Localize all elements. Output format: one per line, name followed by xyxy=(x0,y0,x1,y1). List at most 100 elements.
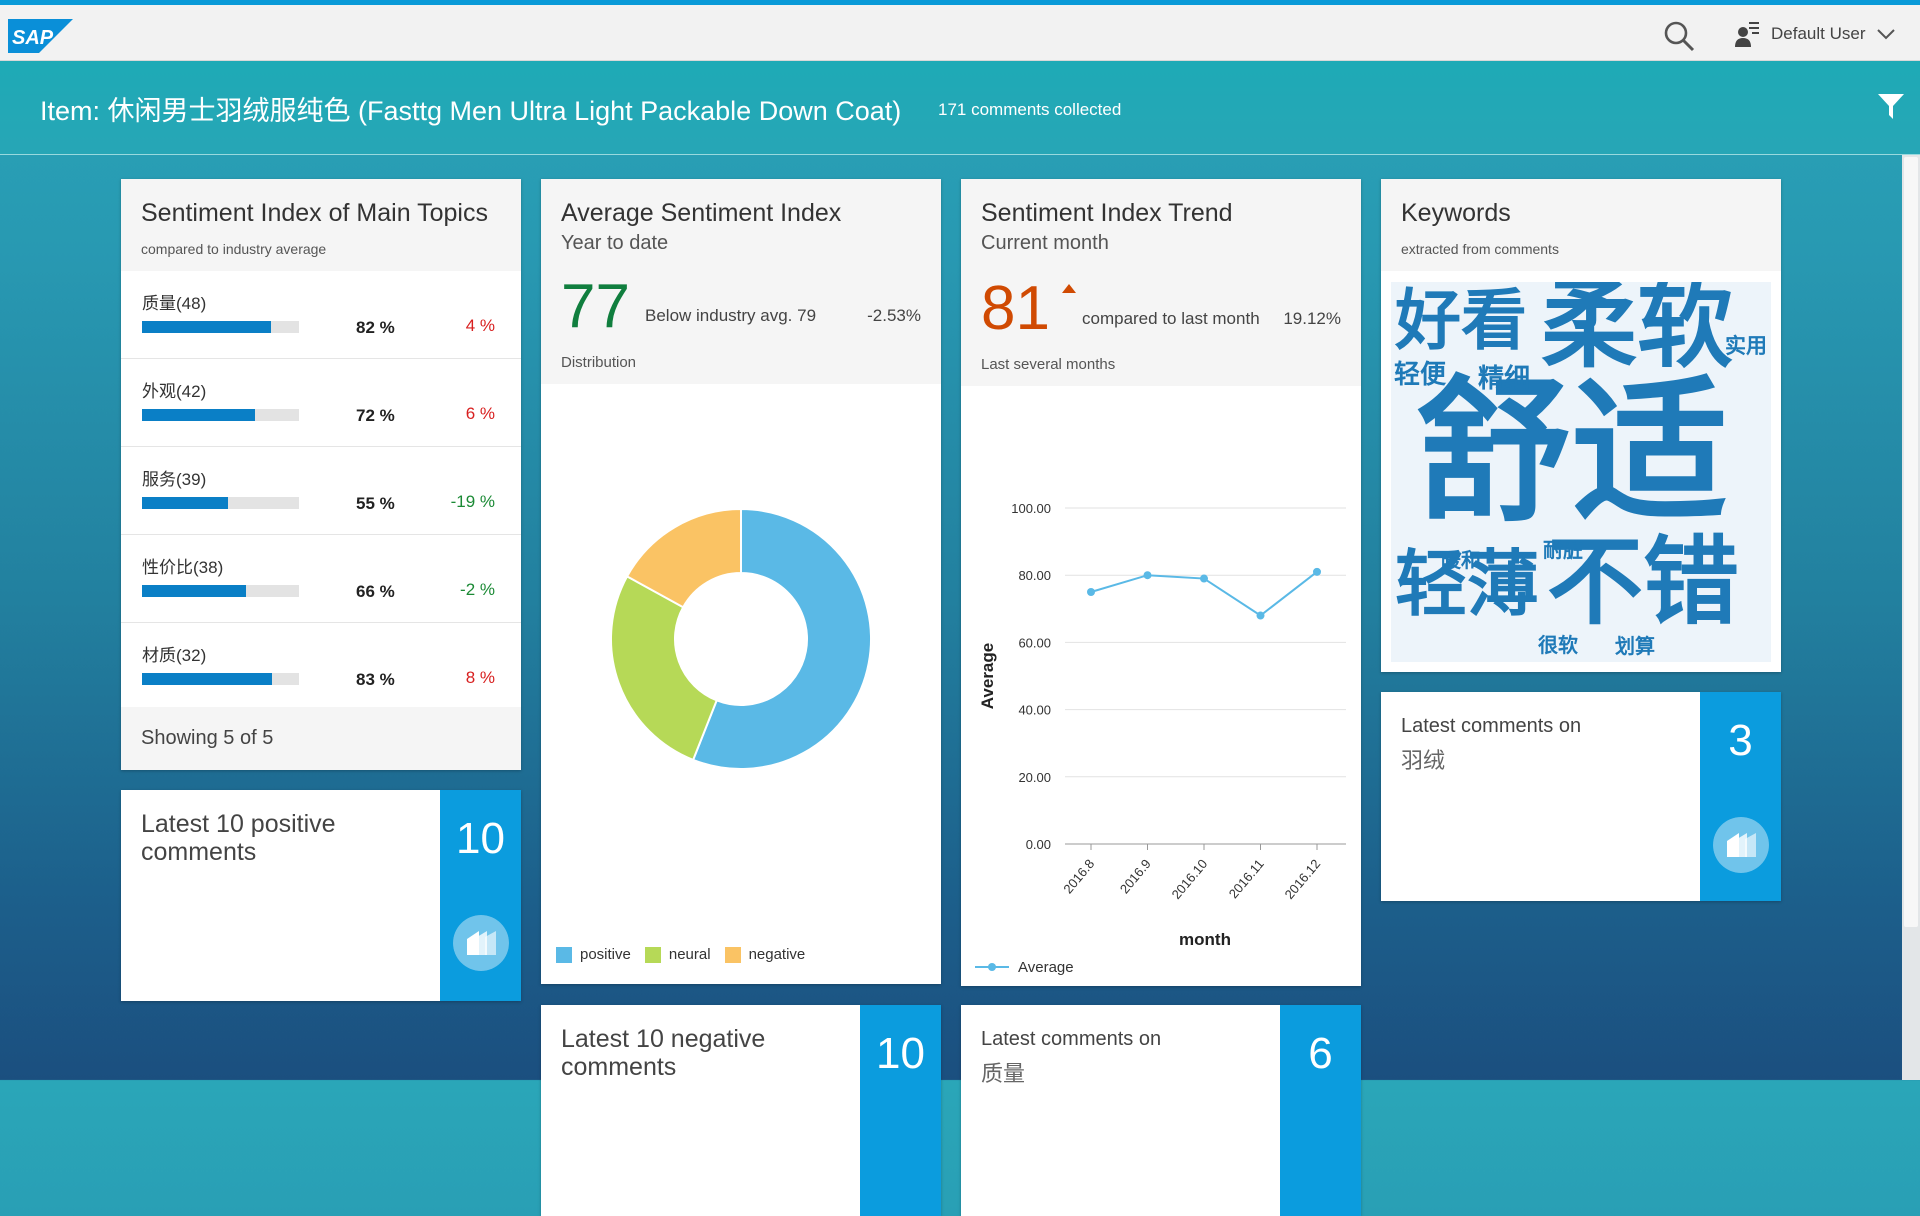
topic-progress-fill xyxy=(142,321,271,333)
keyword-cloud: 舒适 柔软 不错 好看 轻薄 精细 轻便 实用 暖和 耐脏 很软 划算 xyxy=(1391,282,1771,662)
topic-row[interactable]: 性价比(38) 66 % -2 % xyxy=(121,535,521,623)
x-tick-label: 2016.10 xyxy=(1169,856,1211,902)
keyword[interactable]: 精细 xyxy=(1478,366,1530,392)
topic-label: 材质(32) xyxy=(142,646,207,665)
topic-row[interactable]: 材质(32) 83 % 8 % xyxy=(121,623,521,711)
y-tick-label: 100.00 xyxy=(1011,501,1051,516)
distribution-legend: positive neural negative xyxy=(556,946,819,963)
topic-percent: 55 % xyxy=(356,494,395,513)
zhiliang-comments-tile[interactable]: Latest comments on 质量 6 xyxy=(961,1005,1361,1216)
topics-footer: Showing 5 of 5 xyxy=(121,707,521,770)
user-menu[interactable]: Default User xyxy=(1735,17,1896,51)
page-header: Item: 休闲男士羽绒服纯色 (Fasttg Men Ultra Light … xyxy=(0,61,1920,155)
legend-label-average[interactable]: Average xyxy=(1018,959,1074,976)
topics-card[interactable]: Sentiment Index of Main Topics compared … xyxy=(121,179,521,770)
topic-label: 外观(42) xyxy=(142,382,207,401)
topics-card-title: Sentiment Index of Main Topics xyxy=(141,199,488,227)
topic-row[interactable]: 服务(39) 55 % -19 % xyxy=(121,447,521,535)
positive-comments-tile[interactable]: Latest 10 positive comments 10 xyxy=(121,790,521,1001)
negative-tile-text: Latest 10 negative comments xyxy=(561,1025,766,1081)
x-tick-label: 2016.11 xyxy=(1226,856,1267,901)
keyword[interactable]: 耐脏 xyxy=(1543,540,1583,560)
y-tick-label: 60.00 xyxy=(1018,635,1051,650)
trend-value: 81 xyxy=(981,274,1050,343)
average-sentiment-card[interactable]: Average Sentiment Index Year to date 77 … xyxy=(541,179,941,984)
yurong-tile-text: Latest comments on xyxy=(1401,715,1582,737)
keyword[interactable]: 很软 xyxy=(1538,635,1578,655)
topic-row[interactable]: 质量(48) 82 % 4 % xyxy=(121,271,521,359)
negative-comments-tile[interactable]: Latest 10 negative comments 10 xyxy=(541,1005,941,1216)
positive-tile-count: 10 xyxy=(456,814,505,863)
sentiment-trend-card[interactable]: Sentiment Index Trend Current month 81 c… xyxy=(961,179,1361,986)
sap-logo[interactable]: SAP xyxy=(8,19,73,53)
y-tick-label: 40.00 xyxy=(1018,703,1051,718)
keywords-card-title: Keywords xyxy=(1401,199,1511,227)
item-name: 休闲男士羽绒服纯色 (Fasttg Men Ultra Light Packab… xyxy=(107,96,902,126)
legend-label: positive xyxy=(580,946,631,963)
topic-progress-fill xyxy=(142,497,229,509)
comments-count: 171 comments collected xyxy=(938,100,1122,119)
user-icon xyxy=(1735,22,1759,47)
keyword[interactable]: 柔软 xyxy=(1541,282,1733,373)
yurong-tile-count-panel: 3 xyxy=(1700,692,1781,901)
positive-tile-text: Latest 10 positive comments xyxy=(141,810,336,866)
data-point[interactable] xyxy=(1200,574,1208,583)
data-point[interactable] xyxy=(1143,571,1152,580)
topic-delta: 8 % xyxy=(465,668,495,687)
zhiliang-tile-count-panel: 6 xyxy=(1280,1005,1361,1216)
topic-progress-bar xyxy=(142,673,299,685)
x-tick-label: 2016.8 xyxy=(1060,856,1097,896)
comments-icon xyxy=(453,915,509,971)
keywords-card-subtitle: extracted from comments xyxy=(1401,241,1559,257)
topics-card-header: Sentiment Index of Main Topics compared … xyxy=(121,179,521,271)
distribution-donut-chart xyxy=(610,507,872,770)
keyword[interactable]: 暖和 xyxy=(1441,550,1481,570)
keyword[interactable]: 实用 xyxy=(1725,336,1767,357)
user-name: Default User xyxy=(1771,24,1866,43)
legend-dot-swatch xyxy=(988,963,996,971)
y-axis-title: Average xyxy=(978,643,997,709)
legend-item[interactable]: negative xyxy=(724,946,805,963)
data-point[interactable] xyxy=(1256,611,1265,620)
average-compare-text: Below industry avg. 79 xyxy=(645,306,817,325)
yurong-comments-tile[interactable]: Latest comments on 羽绒 3 xyxy=(1381,692,1781,901)
topic-progress-fill xyxy=(142,409,256,421)
topic-percent: 83 % xyxy=(356,670,395,689)
search-icon[interactable] xyxy=(1662,19,1696,53)
y-tick-label: 80.00 xyxy=(1018,568,1051,583)
trend-card-subtitle: Current month xyxy=(981,232,1109,254)
topic-label: 服务(39) xyxy=(142,470,207,489)
topic-delta: 4 % xyxy=(465,316,495,335)
distribution-label: Distribution xyxy=(561,354,637,371)
y-tick-label: 0.00 xyxy=(1026,837,1051,852)
topic-progress-bar xyxy=(142,409,299,421)
topic-label: 性价比(38) xyxy=(142,558,224,577)
trend-line-chart: 0.00 20.00 40.00 60.00 80.00 100.00 2016.8 2016… xyxy=(975,501,1346,976)
scrollbar-thumb[interactable] xyxy=(1904,157,1918,927)
average-delta: -2.53% xyxy=(867,306,921,325)
donut-slice-neural[interactable] xyxy=(610,575,719,762)
topic-progress-bar xyxy=(142,585,299,597)
data-point[interactable] xyxy=(1087,588,1095,596)
topics-footer-text: Showing 5 of 5 xyxy=(141,727,274,749)
data-point[interactable] xyxy=(1313,567,1321,576)
topic-delta: 6 % xyxy=(465,404,495,423)
keywords-card[interactable]: Keywords extracted from comments 舒适 柔软 不错好… xyxy=(1381,179,1781,672)
topic-percent: 72 % xyxy=(356,406,395,425)
topic-row[interactable]: 外观(42) 72 % 6 % xyxy=(121,359,521,447)
legend-item[interactable]: neural xyxy=(644,946,711,963)
trend-period-label: Last several months xyxy=(981,356,1116,373)
keyword[interactable]: 轻便 xyxy=(1394,362,1446,388)
topic-list: 质量(48) 82 % 4 % 外观(42) 72 % 6 % 服务(39) 55 % -19 … xyxy=(121,271,521,711)
keyword[interactable]: 舒适 xyxy=(1416,374,1728,530)
topic-label: 质量(48) xyxy=(142,294,207,313)
keyword[interactable]: 划算 xyxy=(1615,636,1655,656)
legend-label: neural xyxy=(668,946,711,963)
trend-card-header: Sentiment Index Trend Current month 81 c… xyxy=(961,179,1361,386)
legend-item[interactable]: positive xyxy=(556,946,631,963)
filter-icon[interactable] xyxy=(1876,91,1906,121)
average-card-subtitle: Year to date xyxy=(561,232,669,254)
positive-tile-count-panel: 10 xyxy=(440,790,521,1001)
page-title: Item: 休闲男士羽绒服纯色 (Fasttg Men Ultra Light … xyxy=(40,89,901,128)
keyword[interactable]: 好看 xyxy=(1395,288,1527,354)
